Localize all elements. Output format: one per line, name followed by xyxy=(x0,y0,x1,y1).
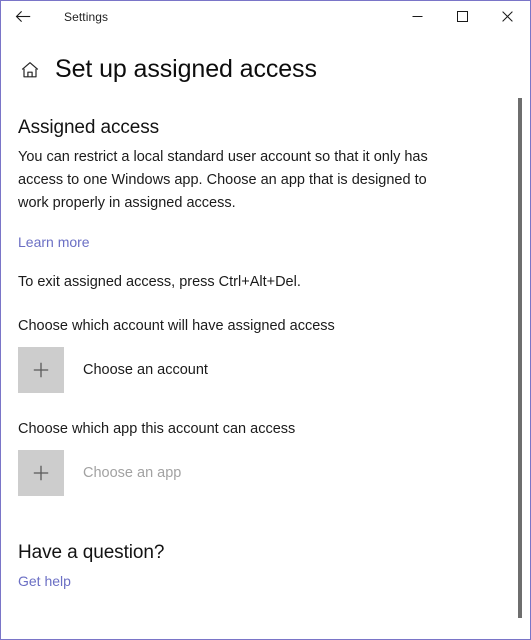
choose-account-label: Choose an account xyxy=(83,362,208,378)
section-description: You can restrict a local standard user a… xyxy=(18,149,428,211)
section-heading: Assigned access xyxy=(18,117,160,138)
account-picker-tile[interactable] xyxy=(18,347,64,393)
title-bar: Settings xyxy=(1,1,530,32)
choose-account-button[interactable]: Choose an account xyxy=(18,347,530,393)
close-icon xyxy=(502,11,513,22)
window-controls xyxy=(395,1,530,32)
window-title: Settings xyxy=(64,9,109,24)
learn-more-link[interactable]: Learn more xyxy=(18,234,90,250)
back-button[interactable] xyxy=(1,1,45,32)
help-heading: Have a question? xyxy=(18,542,165,563)
choose-app-label: Choose an app xyxy=(83,465,182,481)
page-content: Set up assigned access Assigned access Y… xyxy=(1,32,530,639)
account-picker-label: Choose which account will have assigned … xyxy=(18,318,335,334)
close-button[interactable] xyxy=(485,1,530,32)
settings-window: Settings Set up assigned access Assigned… xyxy=(0,0,531,640)
app-picker-label: Choose which app this account can access xyxy=(18,421,296,437)
plus-icon xyxy=(31,463,51,483)
maximize-icon xyxy=(457,11,468,22)
back-arrow-icon xyxy=(15,8,32,25)
app-picker-tile[interactable] xyxy=(18,450,64,496)
home-icon[interactable] xyxy=(18,58,42,82)
page-header: Set up assigned access xyxy=(18,55,530,84)
page-title: Set up assigned access xyxy=(55,55,317,83)
get-help-link[interactable]: Get help xyxy=(18,573,71,589)
minimize-button[interactable] xyxy=(395,1,440,32)
plus-icon xyxy=(31,360,51,380)
minimize-icon xyxy=(412,11,423,22)
exit-hint-text: To exit assigned access, press Ctrl+Alt+… xyxy=(18,274,301,290)
help-section: Have a question? Get help xyxy=(18,542,530,591)
choose-app-button[interactable]: Choose an app xyxy=(18,450,530,496)
maximize-button[interactable] xyxy=(440,1,485,32)
